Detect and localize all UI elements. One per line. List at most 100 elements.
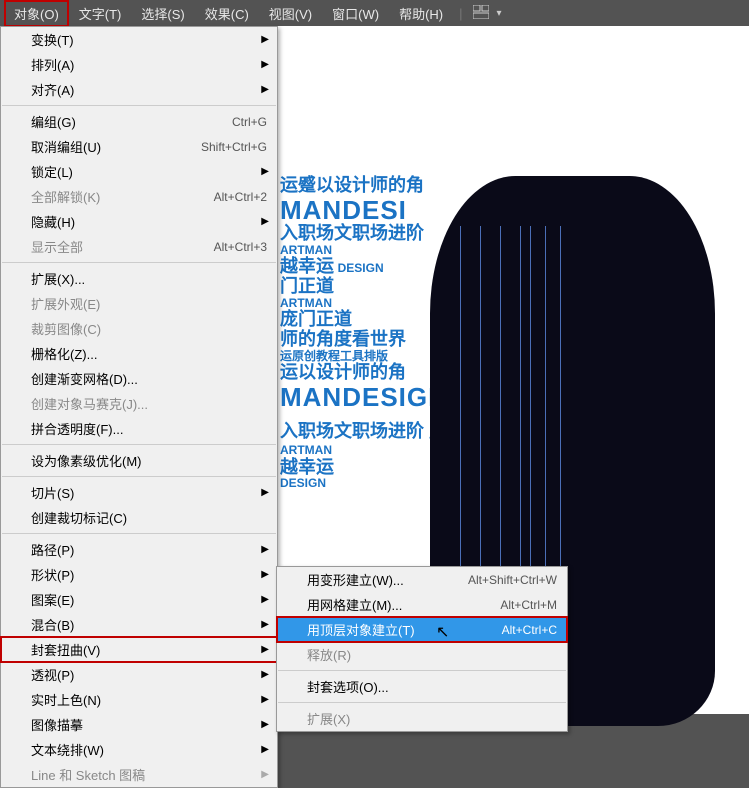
submenu-arrow-icon: ▶ [261, 216, 269, 227]
menu-item[interactable]: 设为像素级优化(M) [1, 448, 277, 473]
menu-item: 全部解锁(K)Alt+Ctrl+2 [1, 184, 277, 209]
menu-item[interactable]: 变换(T)▶ [1, 27, 277, 52]
menu-item-label: 全部解锁(K) [31, 187, 214, 206]
menu-separator [2, 105, 276, 106]
menu-item[interactable]: 创建裁切标记(C) [1, 505, 277, 530]
menu-item[interactable]: 扩展(X)... [1, 266, 277, 291]
submenu-arrow-icon: ▶ [261, 619, 269, 630]
submenu-arrow-icon: ▶ [261, 84, 269, 95]
submenu-item-label: 用变形建立(W)... [307, 570, 468, 589]
menu-separator [2, 262, 276, 263]
submenu-item-label: 用网格建立(M)... [307, 595, 500, 614]
submenu-item[interactable]: 用顶层对象建立(T)Alt+Ctrl+C [277, 617, 567, 642]
menu-item-label: 编组(G) [31, 112, 232, 131]
submenu-arrow-icon: ▶ [261, 744, 269, 755]
submenu-arrow-icon: ▶ [261, 719, 269, 730]
menu-item-label: 排列(A) [31, 55, 267, 74]
submenu-arrow-icon: ▶ [261, 569, 269, 580]
submenu-arrow-icon: ▶ [261, 487, 269, 498]
toolbar-separator: | [459, 6, 462, 21]
menu-item-label: 透视(P) [31, 665, 267, 684]
menu-item-label: 对齐(A) [31, 80, 267, 99]
menu-item-label: 裁剪图像(C) [31, 319, 267, 338]
menu-item[interactable]: 隐藏(H)▶ [1, 209, 277, 234]
menu-item[interactable]: 封套扭曲(V)▶ [1, 637, 277, 662]
submenu-arrow-icon: ▶ [261, 594, 269, 605]
menu-item-label: 图像描摹 [31, 715, 267, 734]
menu-item[interactable]: 栅格化(Z)... [1, 341, 277, 366]
menu-item-label: 切片(S) [31, 483, 267, 502]
menu-item-label: 扩展外观(E) [31, 294, 267, 313]
menu-item[interactable]: 编组(G)Ctrl+G [1, 109, 277, 134]
menu-item-label: 扩展(X)... [31, 269, 267, 288]
menu-item-label: 文本绕排(W) [31, 740, 267, 759]
menu-item[interactable]: 创建渐变网格(D)... [1, 366, 277, 391]
submenu-item-shortcut: Alt+Ctrl+M [500, 598, 557, 612]
layout-icon[interactable] [469, 3, 493, 24]
submenu-item-label: 扩展(X) [307, 709, 557, 728]
menu-item[interactable]: 拼合透明度(F)... [1, 416, 277, 441]
submenu-item: 扩展(X) [277, 706, 567, 731]
menu-item-label: 拼合透明度(F)... [31, 419, 267, 438]
menu-item[interactable]: 对齐(A)▶ [1, 77, 277, 102]
submenu-arrow-icon: ▶ [261, 34, 269, 45]
menu-type[interactable]: 文字(T) [69, 0, 132, 27]
menu-item[interactable]: 排列(A)▶ [1, 52, 277, 77]
menu-item[interactable]: 路径(P)▶ [1, 537, 277, 562]
menu-item-label: 混合(B) [31, 615, 267, 634]
menu-item-label: 隐藏(H) [31, 212, 267, 231]
menu-item: 扩展外观(E) [1, 291, 277, 316]
menu-item-label: 创建对象马赛克(J)... [31, 394, 267, 413]
submenu-item-shortcut: Alt+Ctrl+C [502, 623, 557, 637]
menu-item[interactable]: 图像描摹▶ [1, 712, 277, 737]
submenu-item-label: 封套选项(O)... [307, 677, 557, 696]
menu-separator [278, 702, 566, 703]
menu-item[interactable]: 取消编组(U)Shift+Ctrl+G [1, 134, 277, 159]
menu-select[interactable]: 选择(S) [131, 0, 194, 27]
menu-view[interactable]: 视图(V) [259, 0, 322, 27]
submenu-arrow-icon: ▶ [261, 59, 269, 70]
submenu-item[interactable]: 封套选项(O)... [277, 674, 567, 699]
envelope-distort-submenu: 用变形建立(W)...Alt+Shift+Ctrl+W用网格建立(M)...Al… [276, 566, 568, 732]
menu-item[interactable]: 混合(B)▶ [1, 612, 277, 637]
submenu-arrow-icon: ▶ [261, 669, 269, 680]
menu-separator [2, 476, 276, 477]
menu-separator [2, 444, 276, 445]
menu-item-label: 封套扭曲(V) [31, 640, 267, 659]
menu-item-label: 设为像素级优化(M) [31, 451, 267, 470]
submenu-item[interactable]: 用网格建立(M)...Alt+Ctrl+M [277, 592, 567, 617]
menu-item-label: 图案(E) [31, 590, 267, 609]
menu-item-shortcut: Alt+Ctrl+2 [214, 190, 267, 204]
submenu-arrow-icon: ▶ [261, 166, 269, 177]
menu-item[interactable]: 锁定(L)▶ [1, 159, 277, 184]
menu-item[interactable]: 实时上色(N)▶ [1, 687, 277, 712]
menu-item-shortcut: Shift+Ctrl+G [201, 140, 267, 154]
menu-item-label: 创建渐变网格(D)... [31, 369, 267, 388]
menu-window[interactable]: 窗口(W) [322, 0, 389, 27]
menu-effect[interactable]: 效果(C) [195, 0, 259, 27]
menu-object[interactable]: 对象(O) [4, 0, 69, 27]
menu-item[interactable]: 透视(P)▶ [1, 662, 277, 687]
menu-help[interactable]: 帮助(H) [389, 0, 453, 27]
menu-item[interactable]: 文本绕排(W)▶ [1, 737, 277, 762]
menu-item: 裁剪图像(C) [1, 316, 277, 341]
menu-item-label: 创建裁切标记(C) [31, 508, 267, 527]
object-menu-dropdown: 变换(T)▶排列(A)▶对齐(A)▶编组(G)Ctrl+G取消编组(U)Shif… [0, 26, 278, 788]
dropdown-arrow-icon[interactable]: ▾ [493, 8, 506, 19]
menu-item[interactable]: 形状(P)▶ [1, 562, 277, 587]
menu-item-label: 锁定(L) [31, 162, 267, 181]
menu-item: Line 和 Sketch 图稿▶ [1, 762, 277, 787]
submenu-item-shortcut: Alt+Shift+Ctrl+W [468, 573, 557, 587]
menu-separator [278, 670, 566, 671]
menu-item-label: 显示全部 [31, 237, 214, 256]
menu-item[interactable]: 切片(S)▶ [1, 480, 277, 505]
menu-item-label: 栅格化(Z)... [31, 344, 267, 363]
submenu-item[interactable]: 用变形建立(W)...Alt+Shift+Ctrl+W [277, 567, 567, 592]
submenu-arrow-icon: ▶ [261, 694, 269, 705]
menu-item: 显示全部Alt+Ctrl+3 [1, 234, 277, 259]
menu-item-shortcut: Ctrl+G [232, 115, 267, 129]
menu-item-label: Line 和 Sketch 图稿 [31, 765, 267, 784]
menu-item[interactable]: 图案(E)▶ [1, 587, 277, 612]
menu-item: 创建对象马赛克(J)... [1, 391, 277, 416]
menu-item-label: 实时上色(N) [31, 690, 267, 709]
